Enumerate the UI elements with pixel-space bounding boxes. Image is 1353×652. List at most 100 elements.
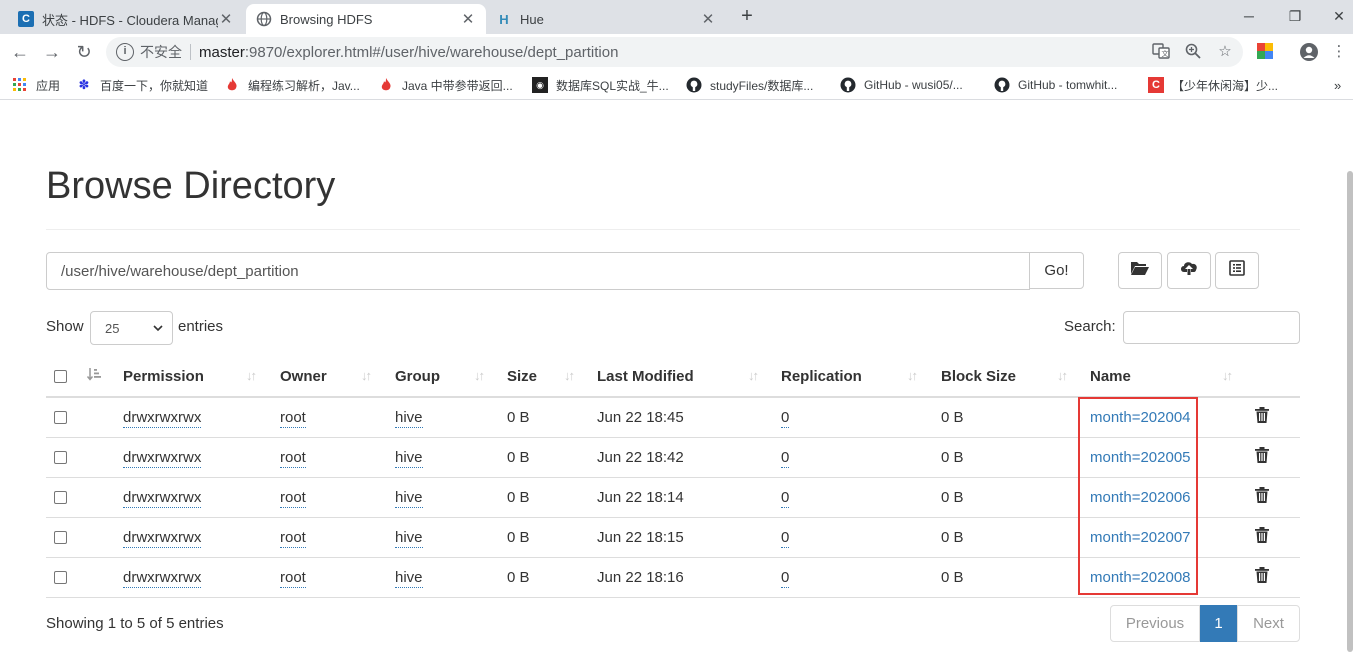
owner-cell[interactable]: root bbox=[280, 488, 306, 508]
bookmark-star-icon[interactable]: ☆ bbox=[1215, 42, 1235, 62]
forward-icon[interactable]: → bbox=[40, 40, 64, 64]
group-cell[interactable]: hive bbox=[395, 408, 423, 428]
group-cell[interactable]: hive bbox=[395, 568, 423, 588]
group-cell[interactable]: hive bbox=[395, 488, 423, 508]
flame-icon bbox=[224, 77, 240, 93]
column-size[interactable]: Size ↓↑ bbox=[507, 356, 597, 398]
replication-cell[interactable]: 0 bbox=[781, 448, 790, 468]
row-checkbox[interactable] bbox=[54, 491, 67, 505]
column-replication[interactable]: Replication ↓↑ bbox=[781, 356, 941, 398]
owner-cell[interactable]: root bbox=[280, 568, 306, 588]
bookmark-studyfiles[interactable]: studyFiles/数据库... bbox=[686, 76, 813, 94]
profile-icon[interactable] bbox=[1299, 42, 1319, 62]
new-tab-icon[interactable]: + bbox=[736, 6, 758, 28]
replication-cell[interactable]: 0 bbox=[781, 568, 790, 588]
name-link[interactable]: month=202004 bbox=[1090, 409, 1191, 426]
group-cell[interactable]: hive bbox=[395, 448, 423, 468]
zoom-icon[interactable] bbox=[1183, 42, 1203, 62]
column-block-size[interactable]: Block Size ↓↑ bbox=[941, 356, 1090, 398]
row-checkbox[interactable] bbox=[54, 571, 67, 585]
bookmark-label: 百度一下，你就知道 bbox=[100, 78, 209, 93]
trash-icon[interactable] bbox=[1255, 567, 1269, 587]
close-icon[interactable]: ✕ bbox=[700, 10, 716, 28]
row-checkbox[interactable] bbox=[54, 451, 67, 465]
cut-paste-button[interactable] bbox=[1215, 252, 1259, 289]
replication-cell[interactable]: 0 bbox=[781, 488, 790, 508]
column-permission[interactable]: Permission ↓↑ bbox=[123, 356, 280, 398]
tab-browsing-hdfs[interactable]: Browsing HDFS ✕ bbox=[246, 4, 486, 34]
close-icon[interactable]: ✕ bbox=[460, 10, 476, 28]
search-input[interactable] bbox=[1123, 311, 1300, 344]
trash-icon[interactable] bbox=[1255, 447, 1269, 467]
close-icon[interactable]: ✕ bbox=[218, 10, 234, 28]
bookmark-csdn[interactable]: C 【少年休闲海】少... bbox=[1148, 76, 1278, 94]
bookmark-apps[interactable]: 应用 bbox=[12, 76, 60, 94]
pagination: Previous 1 Next bbox=[1110, 605, 1300, 642]
restore-icon[interactable]: ❐ bbox=[1284, 5, 1306, 27]
menu-icon[interactable]: ⋮ bbox=[1329, 42, 1349, 62]
permission-cell[interactable]: drwxrwxrwx bbox=[123, 488, 202, 508]
permission-cell[interactable]: drwxrwxrwx bbox=[123, 528, 202, 548]
page-1-button[interactable]: 1 bbox=[1200, 605, 1237, 642]
tab-title: Hue bbox=[520, 11, 544, 27]
replication-cell[interactable]: 0 bbox=[781, 528, 790, 548]
tab-cloudera[interactable]: C 状态 - HDFS - Cloudera Manag ✕ bbox=[8, 4, 244, 34]
name-link[interactable]: month=202005 bbox=[1090, 449, 1191, 466]
entries-select[interactable]: 25 bbox=[90, 311, 173, 345]
bookmark-github-tomwhite[interactable]: GitHub - tomwhit... bbox=[994, 76, 1117, 94]
reload-icon[interactable]: ↻ bbox=[72, 40, 96, 64]
name-link[interactable]: month=202008 bbox=[1090, 569, 1191, 586]
back-icon[interactable]: ← bbox=[8, 40, 32, 64]
owner-cell[interactable]: root bbox=[280, 408, 306, 428]
trash-icon[interactable] bbox=[1255, 487, 1269, 507]
trash-icon[interactable] bbox=[1255, 527, 1269, 547]
permission-cell[interactable]: drwxrwxrwx bbox=[123, 568, 202, 588]
block-size-cell: 0 B bbox=[941, 568, 964, 586]
owner-cell[interactable]: root bbox=[280, 448, 306, 468]
extension-icon[interactable] bbox=[1255, 42, 1275, 62]
address-bar[interactable]: i 不安全 master :9870/explorer.html#/user/h… bbox=[106, 37, 1243, 67]
previous-button[interactable]: Previous bbox=[1110, 605, 1200, 642]
upload-button[interactable] bbox=[1167, 252, 1211, 289]
permission-cell[interactable]: drwxrwxrwx bbox=[123, 408, 202, 428]
path-input[interactable] bbox=[46, 252, 1030, 290]
select-all-checkbox[interactable] bbox=[54, 370, 67, 384]
replication-cell[interactable]: 0 bbox=[781, 408, 790, 428]
scrollbar[interactable] bbox=[1347, 101, 1353, 652]
bookmark-baidu[interactable]: ✽ 百度一下，你就知道 bbox=[76, 76, 208, 94]
trash-icon[interactable] bbox=[1255, 407, 1269, 427]
flame-icon bbox=[378, 77, 394, 93]
bookmark-java[interactable]: Java 中带参带返回... bbox=[378, 76, 513, 94]
name-link[interactable]: month=202006 bbox=[1090, 489, 1191, 506]
scrollbar-thumb[interactable] bbox=[1347, 171, 1353, 652]
modified-cell: Jun 22 18:42 bbox=[597, 448, 684, 466]
bookmark-nowcoder[interactable]: ◉ 数据库SQL实战_牛... bbox=[532, 76, 669, 94]
tab-hue[interactable]: H Hue ✕ bbox=[486, 4, 726, 34]
group-cell[interactable]: hive bbox=[395, 528, 423, 548]
bookmarks-overflow-icon[interactable]: » bbox=[1334, 76, 1341, 94]
bookmark-coding[interactable]: 编程练习解析，Jav... bbox=[224, 76, 360, 94]
permission-cell[interactable]: drwxrwxrwx bbox=[123, 448, 202, 468]
row-checkbox[interactable] bbox=[54, 531, 67, 545]
name-link[interactable]: month=202007 bbox=[1090, 529, 1191, 546]
column-last-modified[interactable]: Last Modified ↓↑ bbox=[597, 356, 781, 398]
info-icon[interactable]: i bbox=[116, 43, 134, 61]
owner-cell[interactable]: root bbox=[280, 528, 306, 548]
bookmark-label: GitHub - tomwhit... bbox=[1018, 78, 1118, 92]
create-directory-button[interactable] bbox=[1118, 252, 1162, 289]
column-owner[interactable]: Owner ↓↑ bbox=[280, 356, 395, 398]
column-name[interactable]: Name ↓↑ bbox=[1090, 356, 1255, 398]
tab-title: 状态 - HDFS - Cloudera Manag bbox=[42, 12, 218, 28]
modified-cell: Jun 22 18:45 bbox=[597, 408, 684, 426]
bookmark-github-wusi[interactable]: GitHub - wusi05/... bbox=[840, 76, 963, 94]
sort-default-header[interactable] bbox=[86, 356, 123, 398]
go-button[interactable]: Go! bbox=[1029, 252, 1084, 289]
svg-text:文: 文 bbox=[1162, 49, 1169, 58]
minimize-icon[interactable]: ─ bbox=[1238, 5, 1260, 27]
row-checkbox[interactable] bbox=[54, 411, 67, 425]
next-button[interactable]: Next bbox=[1237, 605, 1300, 642]
translate-icon[interactable]: 文 bbox=[1151, 42, 1171, 62]
window-close-icon[interactable]: ✕ bbox=[1328, 5, 1350, 27]
page-content: Browse Directory Go! Show 25 entries Sea… bbox=[0, 101, 1353, 652]
column-group[interactable]: Group ↓↑ bbox=[395, 356, 507, 398]
